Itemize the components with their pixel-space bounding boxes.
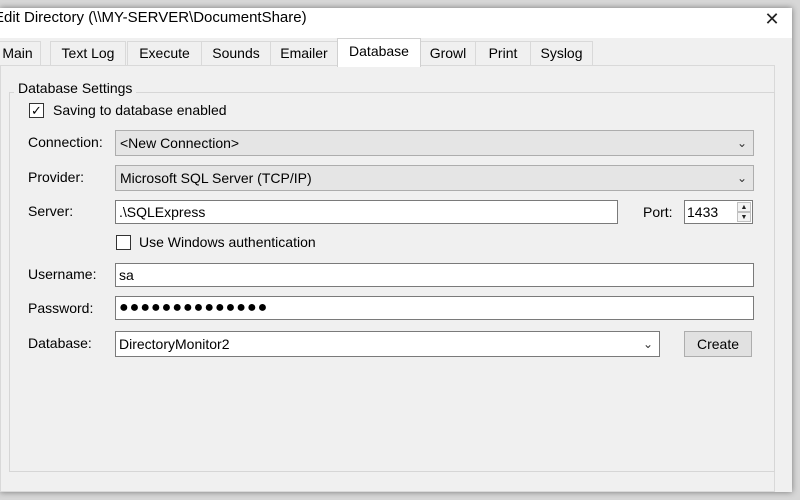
password-input[interactable]: ●●●●●●●●●●●●●● [115,296,754,320]
provider-value: Microsoft SQL Server (TCP/IP) [120,170,312,186]
connection-value: <New Connection> [120,135,240,151]
chevron-down-icon: ⌄ [642,337,653,351]
checkmark-icon: ✓ [31,103,42,118]
port-label: Port: [643,204,673,220]
tab-execute[interactable]: Execute [127,41,202,65]
windows-auth-label[interactable]: Use Windows authentication [139,234,316,250]
tab-emailer[interactable]: Emailer [270,41,338,65]
username-input[interactable]: sa [115,263,754,287]
close-icon[interactable]: ✕ [758,8,786,32]
tab-strip: Main Text Log Execute Sounds Emailer Dat… [0,38,792,67]
username-label: Username: [28,266,97,282]
tab-database[interactable]: Database [337,38,421,67]
windows-auth-checkbox[interactable] [116,235,131,250]
chevron-down-icon: ⌄ [736,136,747,150]
connection-dropdown[interactable]: <New Connection> ⌄ [115,130,754,156]
server-label: Server: [28,203,74,219]
port-value: 1433 [687,204,719,220]
password-label: Password: [28,300,94,316]
connection-label: Connection: [28,134,103,150]
provider-label: Provider: [28,169,85,185]
database-label: Database: [28,335,92,351]
provider-dropdown[interactable]: Microsoft SQL Server (TCP/IP) ⌄ [115,165,754,191]
saving-enabled-label[interactable]: Saving to database enabled [53,102,227,118]
tab-syslog[interactable]: Syslog [530,41,593,65]
tab-main[interactable]: Main [0,41,41,65]
tab-text-log[interactable]: Text Log [50,41,126,65]
tab-growl[interactable]: Growl [420,41,476,65]
port-input[interactable]: 1433 ▲ ▼ [684,200,753,224]
port-spin-down-icon[interactable]: ▼ [737,212,751,222]
port-spin-up-icon[interactable]: ▲ [737,202,751,212]
tab-sounds[interactable]: Sounds [201,41,271,65]
create-button[interactable]: Create [684,331,752,357]
window-title: Edit Directory (\\MY-SERVER\DocumentShar… [0,9,307,26]
database-value: DirectoryMonitor2 [119,336,230,352]
group-title: Database Settings [14,80,137,96]
database-dropdown[interactable]: DirectoryMonitor2 ⌄ [115,331,660,357]
tab-print[interactable]: Print [475,41,531,65]
chevron-down-icon: ⌄ [736,171,747,185]
server-input[interactable]: .\SQLExpress [115,200,618,224]
saving-enabled-checkbox[interactable]: ✓ [29,103,44,118]
edit-directory-window: Edit Directory (\\MY-SERVER\DocumentShar… [0,8,792,492]
title-bar: Edit Directory (\\MY-SERVER\DocumentShar… [0,8,792,38]
